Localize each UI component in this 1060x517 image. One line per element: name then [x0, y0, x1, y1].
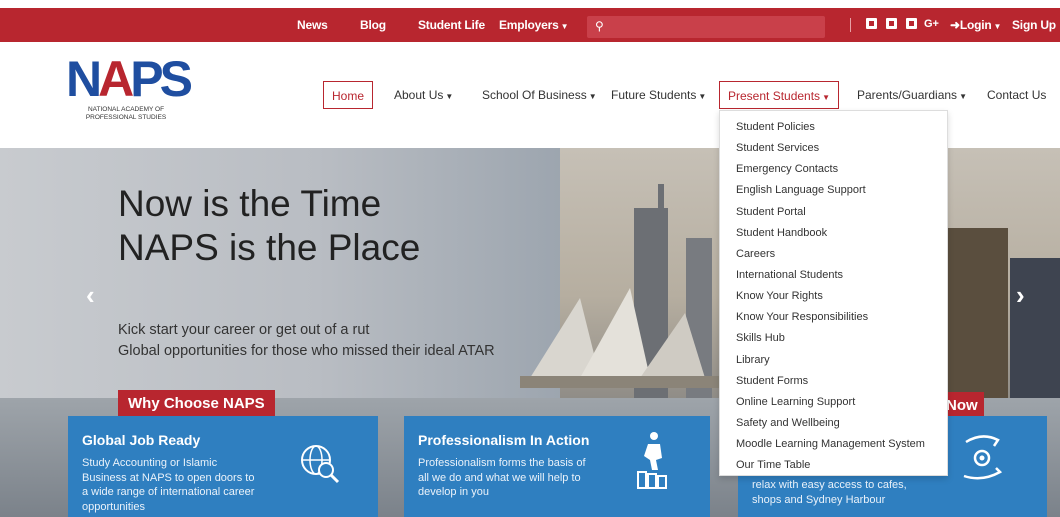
- facebook-icon[interactable]: [866, 18, 877, 32]
- card-text: Study Accounting or Islamic Business at …: [82, 456, 254, 514]
- globe-search-icon: [301, 445, 340, 484]
- login-link[interactable]: ➜Login ▼: [950, 18, 1001, 32]
- dropdown-item-english-language-support[interactable]: English Language Support: [720, 180, 947, 201]
- card-text: relax with easy access to cafes, shops a…: [752, 478, 907, 507]
- nav-contact-us[interactable]: Contact Us: [979, 81, 1054, 109]
- nav-parents-label: Parents/Guardians: [857, 88, 958, 102]
- hero-subtitle-line-2: Global opportunities for those who misse…: [118, 343, 495, 359]
- dropdown-item-emergency-contacts[interactable]: Emergency Contacts: [720, 159, 947, 180]
- why-choose-naps-button[interactable]: Why Choose NAPS: [118, 390, 275, 417]
- chevron-down-icon: ▼: [959, 92, 967, 101]
- hero-title-line-2: NAPS is the Place: [118, 227, 421, 268]
- dropdown-item-student-services[interactable]: Student Services: [720, 138, 947, 159]
- top-bar: News Blog Student Life Employers ▼ ⚲ G+ ➜…: [0, 8, 1060, 42]
- login-label: Login: [959, 18, 992, 32]
- card-title: Professionalism In Action: [418, 432, 590, 448]
- dropdown-item-student-portal[interactable]: Student Portal: [720, 202, 947, 223]
- login-icon: ➜: [950, 18, 960, 32]
- dropdown-item-student-handbook[interactable]: Student Handbook: [720, 223, 947, 244]
- twitter-icon[interactable]: [886, 18, 897, 32]
- google-plus-icon[interactable]: G+: [924, 18, 939, 30]
- chevron-down-icon: ▼: [698, 92, 707, 101]
- nav-home[interactable]: Home: [323, 81, 374, 109]
- card-text-line: relax with easy access to cafes,: [752, 479, 907, 491]
- opera-house-graphic: [520, 288, 720, 388]
- hero-title: Now is the Time NAPS is the Place: [118, 182, 420, 270]
- chevron-down-icon: ▼: [445, 92, 454, 101]
- building: [948, 228, 1008, 408]
- logo-letters: NAPS: [66, 51, 193, 107]
- employers-label: Employers: [499, 18, 559, 32]
- nav-about-us[interactable]: About Us ▼: [386, 81, 461, 109]
- dropdown-item-library[interactable]: Library: [720, 350, 947, 371]
- card-professionalism-in-action[interactable]: Professionalism In Action Professionalis…: [404, 416, 710, 517]
- dropdown-item-careers[interactable]: Careers: [720, 244, 947, 265]
- chevron-down-icon: ▼: [993, 22, 1002, 31]
- signup-link[interactable]: Sign Up: [1012, 18, 1056, 32]
- prev-slide-icon[interactable]: ‹: [86, 280, 95, 311]
- hero-title-line-1: Now is the Time: [118, 183, 382, 224]
- climbing-person-icon: [637, 432, 667, 489]
- blog-link[interactable]: Blog: [360, 18, 386, 32]
- hero-subtitle: Kick start your career or get out of a r…: [118, 320, 495, 362]
- nav-future-label: Future Students: [611, 88, 697, 102]
- nav-present-students[interactable]: Present Students ▼: [719, 81, 839, 109]
- next-slide-icon[interactable]: ›: [1016, 280, 1025, 311]
- dropdown-item-skills-hub[interactable]: Skills Hub: [720, 328, 947, 349]
- top-strip: [0, 0, 1060, 8]
- hand-gear-icon: [963, 435, 1003, 480]
- present-students-dropdown: Student Policies Student Services Emerge…: [719, 110, 948, 476]
- nav-school-of-business[interactable]: School Of Business ▼: [474, 81, 605, 109]
- tower-spire: [658, 184, 664, 224]
- card-title: Global Job Ready: [82, 432, 201, 448]
- card-text-line: opportunities: [82, 500, 145, 513]
- divider: [850, 18, 851, 32]
- card-text-line: a wide range of international career: [82, 486, 255, 498]
- dropdown-item-moodle[interactable]: Moodle Learning Management System: [720, 434, 947, 455]
- nav-future-students[interactable]: Future Students ▼: [603, 81, 714, 109]
- nav-parents-guardians[interactable]: Parents/Guardians ▼: [849, 81, 975, 109]
- hero-subtitle-line-1: Kick start your career or get out of a r…: [118, 322, 370, 338]
- chevron-down-icon: ▼: [560, 22, 569, 31]
- card-text-line: develop in you: [418, 486, 489, 498]
- nav-present-label: Present Students: [728, 89, 821, 103]
- student-life-link[interactable]: Student Life: [418, 18, 485, 32]
- dropdown-item-know-your-responsibilities[interactable]: Know Your Responsibilities: [720, 307, 947, 328]
- nav-school-label: School Of Business: [482, 88, 587, 102]
- card-text-line: all we do and what we will help to: [418, 471, 581, 484]
- card-text-line: Study Accounting or Islamic: [82, 457, 218, 469]
- search-input[interactable]: ⚲: [587, 16, 825, 38]
- dropdown-item-safety-and-wellbeing[interactable]: Safety and Wellbeing: [720, 413, 947, 434]
- card-text-line: shops and Sydney Harbour: [752, 493, 886, 506]
- dropdown-item-our-time-table[interactable]: Our Time Table: [720, 455, 947, 476]
- nav-about-label: About Us: [394, 88, 444, 102]
- dropdown-item-online-learning-support[interactable]: Online Learning Support: [720, 392, 947, 413]
- card-text-line: Business at NAPS to open doors to: [82, 471, 255, 484]
- news-link[interactable]: News: [297, 18, 328, 32]
- employers-link[interactable]: Employers ▼: [499, 18, 568, 32]
- chevron-down-icon: ▼: [588, 92, 597, 101]
- dropdown-item-student-policies[interactable]: Student Policies: [720, 117, 947, 138]
- dropdown-item-international-students[interactable]: International Students: [720, 265, 947, 286]
- search-icon: ⚲: [595, 19, 604, 33]
- card-text: Professionalism forms the basis of all w…: [418, 456, 586, 500]
- linkedin-icon[interactable]: [906, 18, 917, 32]
- naps-logo[interactable]: NAPS NATIONAL ACADEMY OF PROFESSIONAL ST…: [66, 54, 196, 146]
- card-text-line: Professionalism forms the basis of: [418, 457, 586, 469]
- chevron-down-icon: ▼: [822, 93, 830, 102]
- card-global-job-ready[interactable]: Global Job Ready Study Accounting or Isl…: [68, 416, 378, 517]
- logo-subtitle: NATIONAL ACADEMY OF PROFESSIONAL STUDIES: [85, 106, 167, 121]
- dropdown-item-know-your-rights[interactable]: Know Your Rights: [720, 286, 947, 307]
- dropdown-item-student-forms[interactable]: Student Forms: [720, 371, 947, 392]
